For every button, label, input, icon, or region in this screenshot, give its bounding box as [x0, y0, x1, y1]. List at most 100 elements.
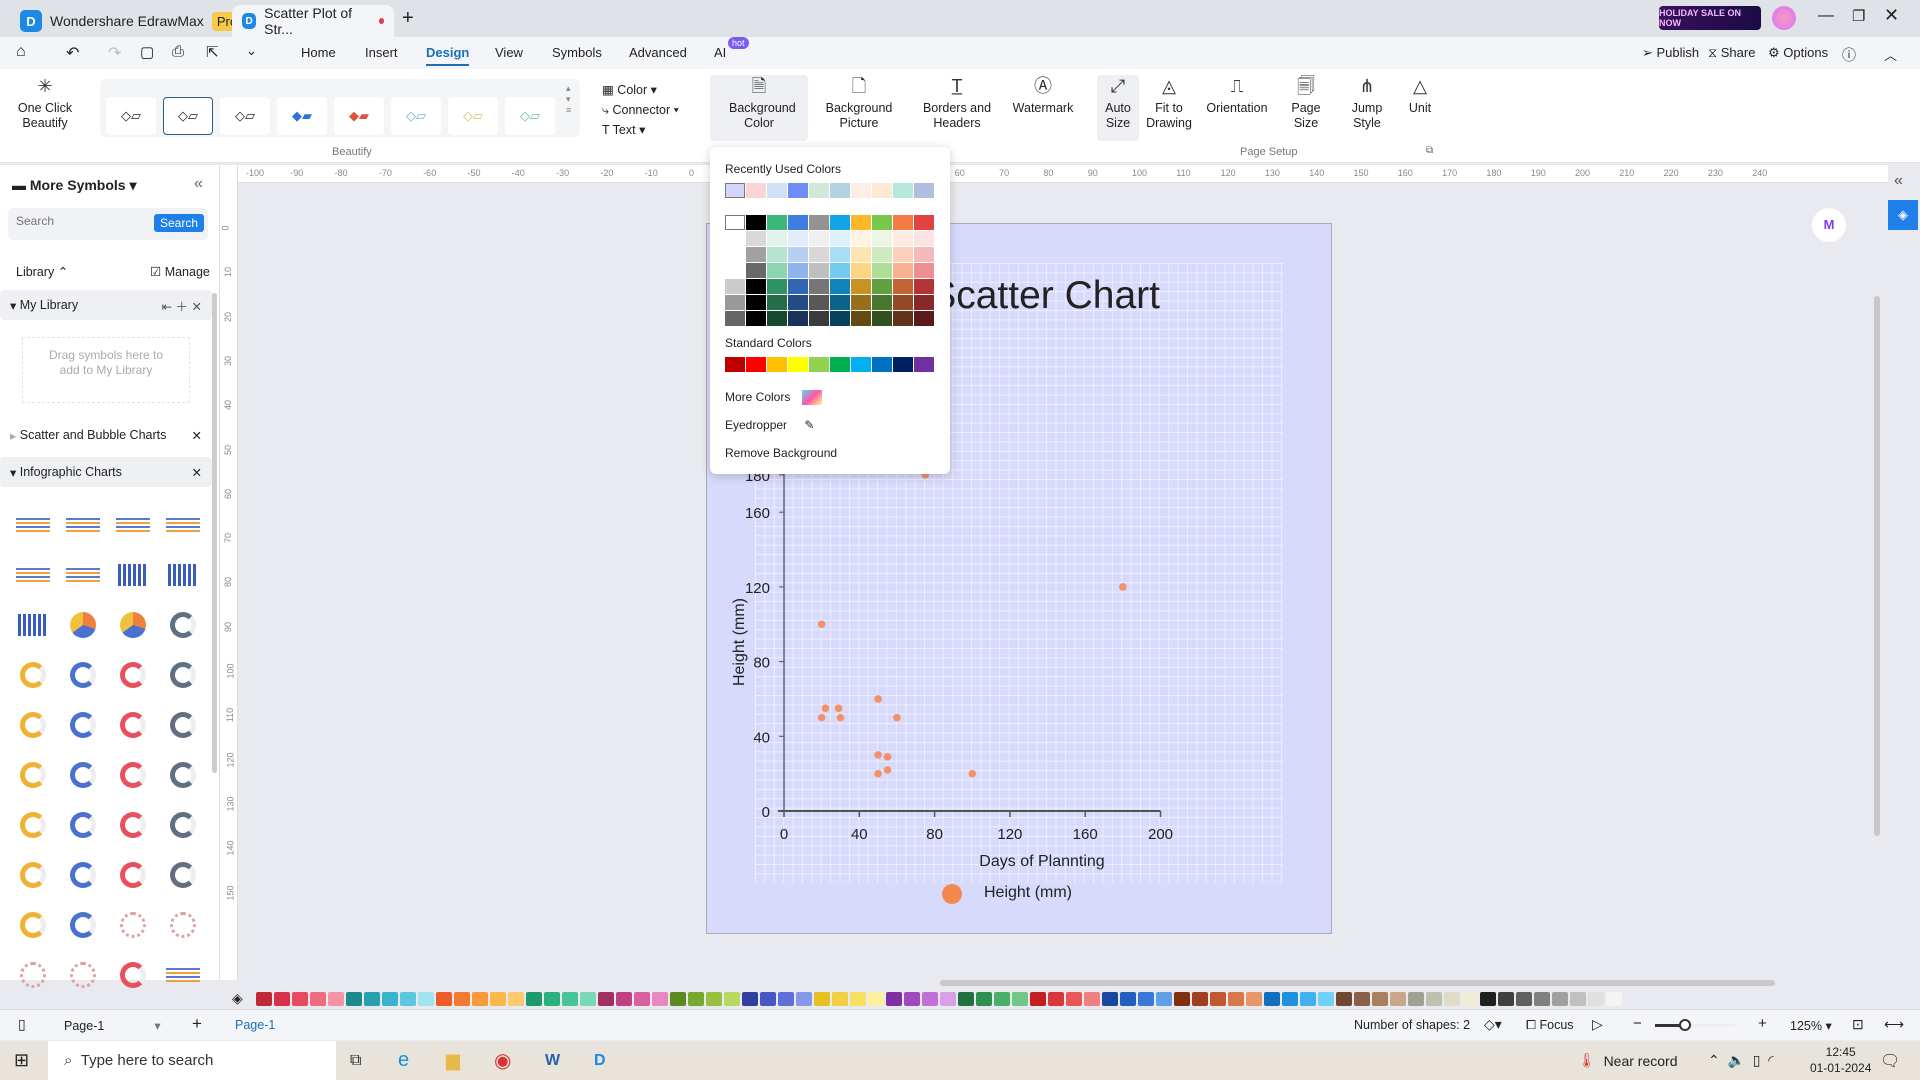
quick-color-swatch[interactable]	[688, 992, 704, 1006]
quick-color-swatch[interactable]	[850, 992, 866, 1006]
theme-color-shade[interactable]	[893, 295, 913, 310]
theme-color-shade[interactable]	[830, 247, 850, 262]
quick-color-swatch[interactable]	[940, 992, 956, 1006]
quick-color-swatch[interactable]	[1426, 992, 1442, 1006]
quick-color-swatch[interactable]	[580, 992, 596, 1006]
quick-color-swatch[interactable]	[1588, 992, 1604, 1006]
quick-color-swatch[interactable]	[976, 992, 992, 1006]
theme-color-swatch[interactable]	[830, 215, 850, 230]
quick-color-swatch[interactable]	[1480, 992, 1496, 1006]
play-icon[interactable]: ▷	[1592, 1016, 1603, 1033]
quick-color-swatch[interactable]	[454, 992, 470, 1006]
theme-color-shade[interactable]	[767, 247, 787, 262]
quick-color-swatch[interactable]	[1300, 992, 1316, 1006]
theme-color-shade[interactable]	[809, 295, 829, 310]
theme-color-shade[interactable]	[725, 311, 745, 326]
quick-color-swatch[interactable]	[1012, 992, 1028, 1006]
theme-color-shade[interactable]	[746, 279, 766, 294]
theme-color-shade[interactable]	[830, 311, 850, 326]
standard-color-swatch[interactable]	[872, 357, 892, 372]
theme-color-shade[interactable]	[767, 263, 787, 278]
quick-color-swatch[interactable]	[1066, 992, 1082, 1006]
theme-color-shade[interactable]	[872, 311, 892, 326]
theme-color-shade[interactable]	[893, 279, 913, 294]
vertical-scrollbar[interactable]	[1874, 296, 1880, 836]
theme-color-shade[interactable]	[872, 295, 892, 310]
standard-color-swatch[interactable]	[851, 357, 871, 372]
zoom-in-button[interactable]: +	[1758, 1015, 1767, 1032]
theme-color-shade[interactable]	[851, 279, 871, 294]
theme-color-shade[interactable]	[830, 295, 850, 310]
theme-color-shade[interactable]	[914, 263, 934, 278]
quick-color-swatch[interactable]	[1534, 992, 1550, 1006]
theme-color-shade[interactable]	[914, 247, 934, 262]
more-colors-button[interactable]: More Colors	[725, 390, 822, 406]
quick-color-swatch[interactable]	[598, 992, 614, 1006]
quick-color-swatch[interactable]	[1462, 992, 1478, 1006]
theme-color-shade[interactable]	[746, 311, 766, 326]
quick-color-swatch[interactable]	[436, 992, 452, 1006]
quick-color-swatch[interactable]	[760, 992, 776, 1006]
theme-color-shade[interactable]	[725, 295, 745, 310]
recent-color-swatch[interactable]	[830, 183, 850, 198]
theme-color-shade[interactable]	[788, 231, 808, 246]
theme-color-swatch[interactable]	[851, 215, 871, 230]
theme-color-shade[interactable]	[851, 231, 871, 246]
quick-color-swatch[interactable]	[1138, 992, 1154, 1006]
recent-color-swatch[interactable]	[809, 183, 829, 198]
theme-color-shade[interactable]	[746, 263, 766, 278]
word-icon[interactable]: W	[545, 1041, 560, 1080]
quick-color-swatch[interactable]	[904, 992, 920, 1006]
standard-color-swatch[interactable]	[914, 357, 934, 372]
theme-color-swatch[interactable]	[914, 215, 934, 230]
theme-color-shade[interactable]	[725, 231, 745, 246]
quick-color-swatch[interactable]	[1606, 992, 1622, 1006]
theme-color-shade[interactable]	[725, 279, 745, 294]
theme-color-shade[interactable]	[851, 247, 871, 262]
quick-color-swatch[interactable]	[1228, 992, 1244, 1006]
windows-start-icon[interactable]: ⊞	[14, 1041, 29, 1080]
chrome-icon[interactable]: ◉	[494, 1041, 511, 1080]
theme-color-shade[interactable]	[830, 263, 850, 278]
quick-color-swatch[interactable]	[670, 992, 686, 1006]
theme-color-shade[interactable]	[788, 279, 808, 294]
notifications-icon[interactable]: 🗨	[1880, 1041, 1900, 1080]
quick-color-swatch[interactable]	[382, 992, 398, 1006]
quick-color-swatch[interactable]	[886, 992, 902, 1006]
eyedropper-button[interactable]: Eyedropper ✎	[725, 418, 814, 432]
quick-color-swatch[interactable]	[1210, 992, 1226, 1006]
quick-color-swatch[interactable]	[994, 992, 1010, 1006]
theme-color-shade[interactable]	[914, 311, 934, 326]
remove-background-button[interactable]: Remove Background	[725, 446, 837, 460]
system-tray-icons[interactable]: ⌃ 🔈 ▯ ◜	[1708, 1041, 1774, 1080]
theme-color-shade[interactable]	[746, 295, 766, 310]
theme-color-shade[interactable]	[830, 279, 850, 294]
theme-color-shade[interactable]	[788, 263, 808, 278]
quick-color-swatch[interactable]	[868, 992, 884, 1006]
theme-color-swatch[interactable]	[893, 215, 913, 230]
theme-color-shade[interactable]	[893, 247, 913, 262]
quick-color-swatch[interactable]	[1246, 992, 1262, 1006]
quick-color-swatch[interactable]	[418, 992, 434, 1006]
theme-color-shade[interactable]	[893, 263, 913, 278]
quick-color-swatch[interactable]	[1192, 992, 1208, 1006]
quick-color-swatch[interactable]	[1498, 992, 1514, 1006]
theme-color-shade[interactable]	[851, 295, 871, 310]
quick-color-swatch[interactable]	[1318, 992, 1334, 1006]
edge-icon[interactable]: e	[398, 1041, 409, 1080]
quick-color-swatch[interactable]	[1264, 992, 1280, 1006]
theme-color-shade[interactable]	[809, 247, 829, 262]
recent-color-swatch[interactable]	[893, 183, 913, 198]
theme-color-shade[interactable]	[767, 311, 787, 326]
theme-color-shade[interactable]	[725, 263, 745, 278]
quick-color-swatch[interactable]	[958, 992, 974, 1006]
quick-color-swatch[interactable]	[796, 992, 812, 1006]
theme-color-shade[interactable]	[746, 247, 766, 262]
quick-color-swatch[interactable]	[634, 992, 650, 1006]
page-tab-active[interactable]: Page-1	[235, 1018, 275, 1032]
quick-color-swatch[interactable]	[1390, 992, 1406, 1006]
recent-color-swatch[interactable]	[767, 183, 787, 198]
zoom-out-button[interactable]: −	[1633, 1015, 1642, 1032]
edrawmax-taskbar-icon[interactable]: D	[594, 1041, 606, 1080]
zoom-slider[interactable]	[1655, 1019, 1735, 1031]
